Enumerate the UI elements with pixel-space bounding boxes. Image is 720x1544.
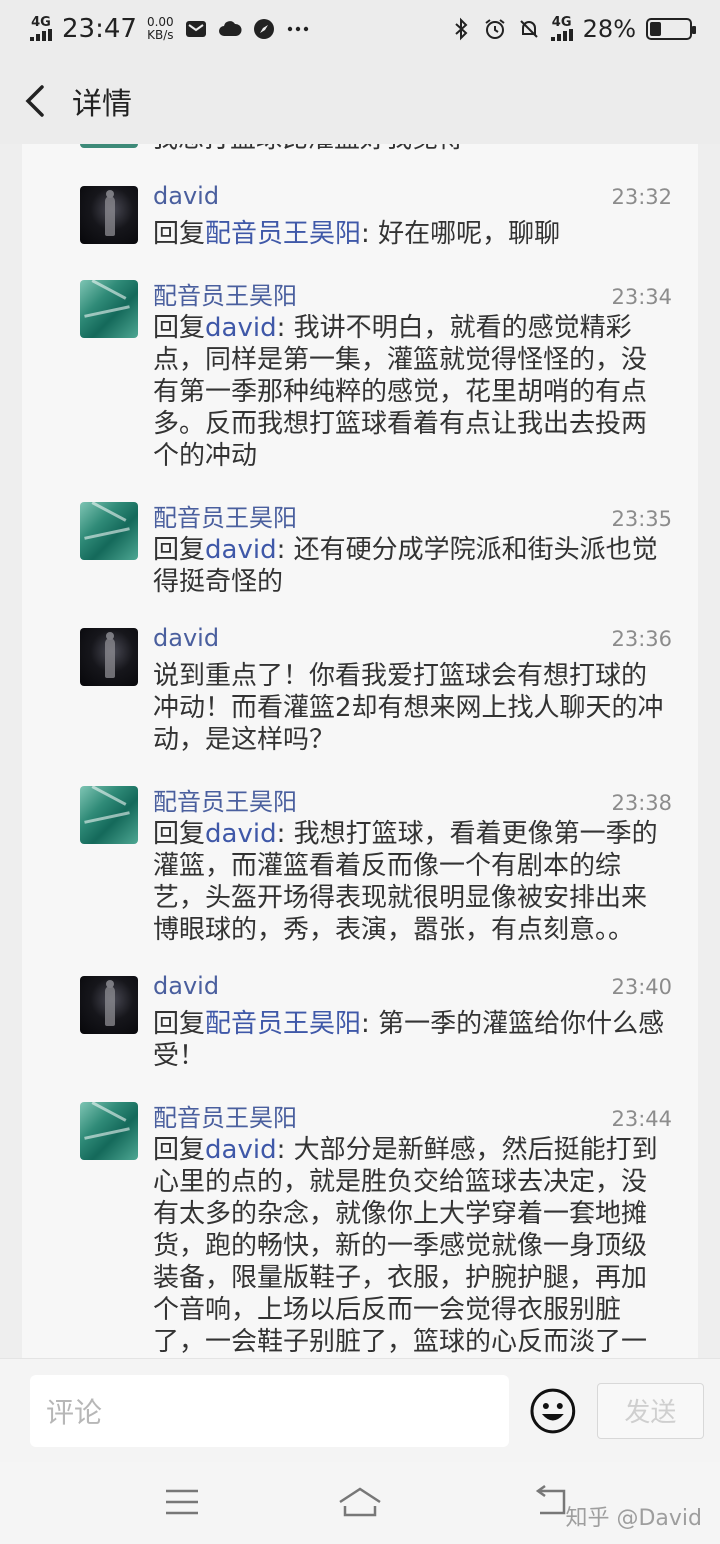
- username[interactable]: david: [153, 624, 219, 652]
- reply-prefix: 回复: [153, 313, 206, 343]
- avatar[interactable]: [80, 976, 138, 1034]
- avatar[interactable]: [80, 1102, 138, 1160]
- timestamp: 23:38: [611, 791, 672, 815]
- reply-prefix: 回复: [153, 819, 206, 849]
- username[interactable]: 配音员王昊阳: [153, 498, 297, 533]
- clock: 23:47: [62, 14, 137, 44]
- status-bar: 4G 23:47 0.00 KB/s 4G 28%: [0, 0, 720, 58]
- battery-icon: [646, 18, 696, 40]
- back-nav-icon[interactable]: [530, 1484, 570, 1520]
- cellular-signal-icon-right: 4G: [550, 16, 573, 41]
- avatar[interactable]: [80, 280, 138, 338]
- compass-icon: [253, 19, 274, 39]
- bluetooth-icon: [454, 17, 468, 41]
- reply-separator: :: [276, 819, 294, 849]
- menu-icon[interactable]: [162, 1484, 202, 1520]
- reply-separator: :: [276, 1135, 294, 1165]
- timestamp: 23:36: [611, 627, 672, 651]
- avatar[interactable]: [80, 502, 138, 560]
- username[interactable]: david: [153, 972, 219, 1000]
- back-button[interactable]: [0, 58, 70, 144]
- reply-separator: :: [361, 219, 379, 249]
- comment-text: 回复配音员王昊阳: 好在哪呢，聊聊: [153, 218, 672, 250]
- comment-body: 大部分是新鲜感，然后挺能打到心里的点的，就是胜负交给篮球去决定，没有太多的杂念，…: [153, 1135, 658, 1357]
- alarm-icon: [485, 19, 505, 39]
- comment-text: 回复david: 大部分是新鲜感，然后挺能打到心里的点的，就是胜负交给篮球去决定…: [153, 1134, 672, 1358]
- timestamp: 23:34: [611, 285, 672, 309]
- comment-text: 说到重点了！你看我爱打篮球会有想打球的冲动！而看灌篮2却有想来网上找人聊天的冲动…: [153, 660, 672, 756]
- title-bar: 详情: [0, 58, 720, 144]
- username[interactable]: 配音员王昊阳: [153, 276, 297, 311]
- reply-target-user[interactable]: 配音员王昊阳: [205, 219, 361, 249]
- comment-item[interactable]: 配音员王昊阳 23:44 回复david: 大部分是新鲜感，然后挺能打到心里的点的，…: [22, 1098, 698, 1358]
- reply-prefix: 回复: [153, 1009, 206, 1039]
- comment-item[interactable]: david 23:40 回复配音员王昊阳: 第一季的灌篮给你什么感受！: [22, 972, 698, 1072]
- reply-target-user[interactable]: david: [205, 535, 277, 565]
- page-title: 详情: [72, 87, 132, 122]
- reply-separator: :: [276, 313, 294, 343]
- comment-thread: 我想打篮球比灌篮好我觉得 david23:32回复配音员王昊阳: 好在哪呢，聊聊…: [22, 144, 698, 1358]
- avatar[interactable]: [80, 628, 138, 686]
- comment-item[interactable]: 配音员王昊阳 23:38 回复david: 我想打篮球，看着更像第一季的灌篮，而灌篮…: [22, 782, 698, 946]
- username[interactable]: david: [153, 182, 219, 210]
- reply-prefix: 回复: [153, 1135, 206, 1165]
- avatar[interactable]: [80, 786, 138, 844]
- reply-target-user[interactable]: david: [205, 313, 277, 343]
- network-speed: 0.00 KB/s: [146, 15, 174, 42]
- comment-bar: 评论 发送: [0, 1358, 720, 1462]
- timestamp: 23:32: [611, 185, 672, 209]
- emoji-icon[interactable]: [529, 1387, 577, 1435]
- comment-text: 回复david: 还有硬分成学院派和街头派也觉得挺奇怪的: [153, 534, 672, 598]
- timestamp: 23:44: [611, 1107, 672, 1131]
- avatar: [80, 144, 138, 148]
- cloud-icon: [218, 21, 242, 36]
- comment-item[interactable]: 配音员王昊阳 23:35 回复david: 还有硬分成学院派和街头派也觉得挺奇怪的: [22, 498, 698, 598]
- home-icon[interactable]: [336, 1484, 384, 1520]
- chevron-left-icon: [25, 85, 44, 117]
- send-button[interactable]: 发送: [596, 1382, 704, 1439]
- reply-target-user[interactable]: david: [205, 819, 277, 849]
- comment-body: 好在哪呢，聊聊: [378, 219, 561, 249]
- navigation-bar: 知乎 @David: [0, 1462, 720, 1544]
- reply-prefix: 回复: [153, 535, 206, 565]
- username[interactable]: 配音员王昊阳: [153, 782, 297, 817]
- cutoff-message-text: 我想打篮球比灌篮好我觉得: [152, 144, 464, 155]
- comment-text: 回复david: 我讲不明白，就看的感觉精彩点，同样是第一集，灌篮就觉得怪怪的，…: [153, 312, 672, 472]
- avatar[interactable]: [80, 186, 138, 244]
- more-icon: [287, 26, 308, 32]
- reply-separator: :: [361, 1009, 379, 1039]
- timestamp: 23:40: [611, 975, 672, 999]
- cellular-signal-icon: 4G: [30, 16, 52, 41]
- comment-item[interactable]: david 23:32 回复配音员王昊阳: 好在哪呢，聊聊: [22, 182, 698, 250]
- reply-target-user[interactable]: david: [205, 1135, 277, 1165]
- comment-item[interactable]: david 23:36 说到重点了！你看我爱打篮球会有想打球的冲动！而看灌篮2却有想…: [22, 624, 698, 756]
- reply-separator: :: [276, 535, 294, 565]
- username[interactable]: 配音员王昊阳: [153, 1098, 297, 1133]
- mute-bell-icon: [519, 20, 538, 38]
- mail-icon: [185, 21, 206, 37]
- watermark: 知乎 @David: [565, 1506, 702, 1531]
- comment-item[interactable]: 配音员王昊阳 23:34 回复david: 我讲不明白，就看的感觉精彩点，同样是第一…: [22, 276, 698, 472]
- comment-text: 回复david: 我想打篮球，看着更像第一季的灌篮，而灌篮看着反而像一个有剧本的…: [153, 818, 672, 946]
- timestamp: 23:35: [611, 507, 672, 531]
- reply-prefix: 回复: [153, 219, 206, 249]
- battery-percent: 28%: [582, 15, 636, 43]
- reply-target-user[interactable]: 配音员王昊阳: [205, 1009, 361, 1039]
- comment-input[interactable]: 评论: [30, 1374, 509, 1447]
- comment-body: 说到重点了！你看我爱打篮球会有想打球的冲动！而看灌篮2却有想来网上找人聊天的冲动…: [153, 661, 664, 755]
- comment-text: 回复配音员王昊阳: 第一季的灌篮给你什么感受！: [153, 1008, 672, 1072]
